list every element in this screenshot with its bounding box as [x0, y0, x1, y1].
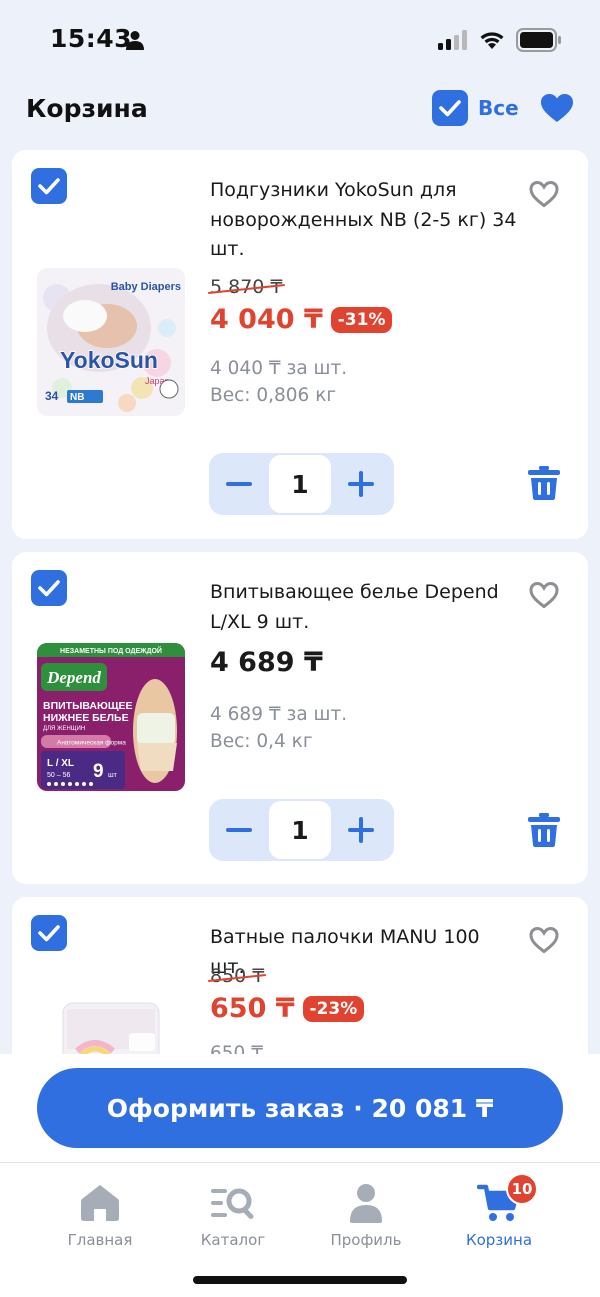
- tab-catalog[interactable]: Каталог: [168, 1181, 298, 1249]
- unit-price: 4 040 ₸ за шт.: [210, 358, 348, 379]
- package-line1: ВПИТЫВАЮЩЕЕ: [43, 700, 133, 712]
- select-all-checkbox[interactable]: [432, 90, 468, 126]
- cart-count-badge: 10: [506, 1173, 538, 1205]
- package-tag: Baby Diapers: [111, 281, 181, 293]
- discount-badge: -31%: [330, 306, 393, 333]
- cart-icon: 10: [434, 1173, 564, 1225]
- product-image[interactable]: НЕЗАМЕТНЫ ПОД ОДЕЖДОЙ Depend ВПИТЫВАЮЩЕЕ…: [37, 643, 185, 791]
- page-title: Корзина: [26, 94, 148, 123]
- item-weight: Вес: 0,806 кг: [210, 385, 337, 406]
- package-count-unit: шт: [108, 772, 118, 779]
- tab-home[interactable]: Главная: [35, 1181, 165, 1249]
- cart-item: НЕЗАМЕТНЫ ПОД ОДЕЖДОЙ Depend ВПИТЫВАЮЩЕЕ…: [12, 552, 588, 884]
- profile-icon: [301, 1181, 431, 1225]
- checkout-button[interactable]: Оформить заказ · 20 081 ₸: [37, 1068, 563, 1148]
- package-brand: Depend: [46, 668, 101, 687]
- quantity-stepper: 1: [209, 453, 394, 515]
- tab-label: Главная: [67, 1231, 133, 1249]
- item-checkbox[interactable]: [31, 570, 67, 606]
- package-brand: YokoSun: [60, 347, 158, 373]
- current-price: 4 040 ₸: [210, 304, 323, 335]
- product-image[interactable]: Baby Diapers YokoSun Japan 34 NB: [37, 268, 185, 416]
- tab-cart[interactable]: 10 Корзина: [434, 1173, 564, 1249]
- price-row: 4 040 ₸ -31%: [210, 304, 393, 335]
- quantity-value[interactable]: 1: [269, 801, 331, 859]
- increase-quantity-button[interactable]: [331, 453, 391, 515]
- item-checkbox[interactable]: [31, 915, 67, 951]
- tab-label: Профиль: [330, 1231, 402, 1249]
- heart-outline-icon[interactable]: [528, 581, 560, 613]
- package-line2: НИЖНЕЕ БЕЛЬЕ: [43, 712, 129, 724]
- old-price: 5 870 ₸: [210, 276, 283, 298]
- decrease-quantity-button[interactable]: [209, 453, 269, 515]
- product-name[interactable]: Впитывающее белье Depend L/XL 9 шт.: [210, 578, 520, 637]
- package-size-range: 50 – 56: [47, 772, 70, 779]
- tab-label: Каталог: [200, 1231, 266, 1249]
- status-time: 15:43: [50, 24, 133, 53]
- current-price: 4 689 ₸: [210, 647, 323, 678]
- discount-badge: -23%: [302, 995, 365, 1022]
- unit-price: 4 689 ₸ за шт.: [210, 704, 348, 725]
- checkout-panel: Оформить заказ · 20 081 ₸: [0, 1054, 600, 1162]
- trash-icon[interactable]: [528, 813, 560, 851]
- cart-item: Baby Diapers YokoSun Japan 34 NB Подгузн…: [12, 150, 588, 539]
- quantity-value[interactable]: 1: [269, 455, 331, 513]
- home-icon: [35, 1181, 165, 1225]
- package-count: 9: [93, 761, 104, 782]
- heart-outline-icon[interactable]: [528, 926, 560, 958]
- increase-quantity-button[interactable]: [331, 799, 391, 861]
- wifi-icon: [478, 28, 506, 54]
- cart-header: Корзина Все: [0, 84, 600, 138]
- package-banner: НЕЗАМЕТНЫ ПОД ОДЕЖДОЙ: [60, 646, 162, 655]
- heart-outline-icon[interactable]: [528, 180, 560, 212]
- tab-profile[interactable]: Профиль: [301, 1181, 431, 1249]
- select-all-toggle[interactable]: Все: [432, 90, 519, 126]
- package-count: 34: [45, 389, 59, 403]
- favorites-heart-icon[interactable]: [540, 93, 574, 127]
- catalog-search-icon: [168, 1181, 298, 1225]
- old-price: 850 ₸: [210, 965, 265, 987]
- price-row: 4 689 ₸: [210, 647, 323, 678]
- trash-icon[interactable]: [528, 466, 560, 504]
- cellular-signal-icon: [438, 30, 468, 54]
- select-all-label: Все: [478, 96, 519, 120]
- package-size: L / XL: [47, 758, 74, 769]
- product-name[interactable]: Подгузники YokoSun для новорожденных NB …: [210, 176, 520, 265]
- quantity-stepper: 1: [209, 799, 394, 861]
- tab-label: Корзина: [465, 1231, 533, 1249]
- item-checkbox[interactable]: [31, 168, 67, 204]
- package-line3: ДЛЯ ЖЕНЩИН: [43, 726, 85, 732]
- status-bar: 15:43: [0, 0, 600, 80]
- current-price: 650 ₸: [210, 993, 295, 1024]
- person-icon: [126, 30, 144, 54]
- package-size: NB: [70, 392, 84, 403]
- price-row: 650 ₸ -23%: [210, 993, 365, 1024]
- package-feature: Анатомическая форма: [57, 740, 126, 747]
- decrease-quantity-button[interactable]: [209, 799, 269, 861]
- battery-icon: [516, 28, 562, 56]
- item-weight: Вес: 0,4 кг: [210, 731, 313, 752]
- home-indicator: [193, 1276, 407, 1284]
